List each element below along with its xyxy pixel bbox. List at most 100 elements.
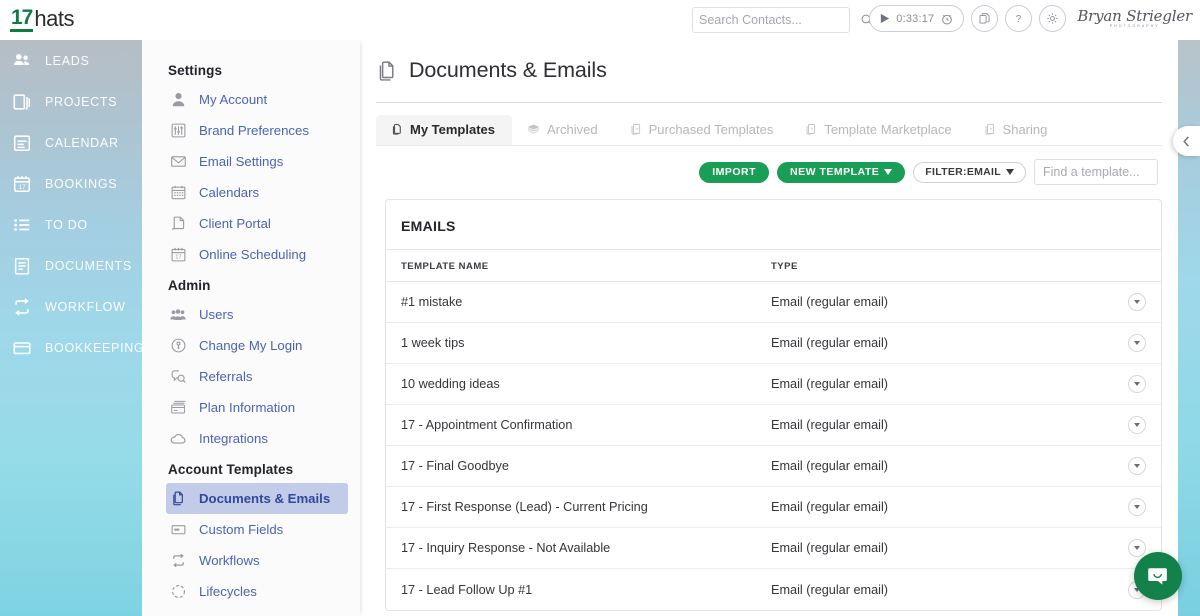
users-icon (168, 305, 188, 325)
sidebar-item-calendar[interactable]: CALENDAR (0, 122, 142, 163)
sidebar-item-bookings[interactable]: 17 BOOKINGS (0, 163, 142, 204)
settings-item-custom-fields[interactable]: Custom Fields (166, 514, 348, 545)
dashed-circle-icon (168, 582, 188, 602)
find-template-input[interactable] (1034, 159, 1158, 185)
table-row[interactable]: 17 - First Response (Lead) - Current Pri… (386, 487, 1161, 528)
settings-item-change-my-login[interactable]: Change My Login (166, 330, 348, 361)
row-menu-button[interactable] (1128, 375, 1146, 393)
settings-item-brand-preferences[interactable]: Brand Preferences (166, 115, 348, 146)
row-menu-button[interactable] (1128, 416, 1146, 434)
sidebar-item-documents[interactable]: DOCUMENTS (0, 245, 142, 286)
settings-item-label: Referrals (199, 369, 253, 384)
settings-item-workflows[interactable]: Workflows (166, 545, 348, 576)
row-menu-button[interactable] (1128, 457, 1146, 475)
settings-item-calendars[interactable]: Calendars (166, 177, 348, 208)
template-type: Email (regular email) (771, 541, 889, 555)
settings-item-my-account[interactable]: My Account (166, 84, 348, 115)
settings-item-label: Custom Fields (199, 522, 284, 537)
tab-label: Purchased Templates (648, 122, 774, 137)
settings-item-documents-and-emails[interactable]: Documents & Emails (166, 483, 348, 514)
table-row[interactable]: #1 mistake Email (regular email) (386, 282, 1161, 323)
tab-template-marketplace[interactable]: Template Marketplace (790, 115, 968, 145)
new-template-label: NEW TEMPLATE (790, 166, 880, 178)
help-icon-button[interactable]: ? (1005, 5, 1033, 32)
settings-item-integrations[interactable]: Integrations (166, 423, 348, 454)
app-root: 17hats 0:33:17 (0, 0, 1200, 616)
user-account-logo[interactable]: Bryan Striegler PHOTOGRAPHY (1077, 8, 1192, 29)
settings-item-email-settings[interactable]: Email Settings (166, 146, 348, 177)
table-header: TEMPLATE NAME TYPE (386, 250, 1161, 282)
settings-item-client-portal[interactable]: Client Portal (166, 208, 348, 239)
sidebar-label: LEADS (45, 53, 90, 68)
row-menu-button[interactable] (1128, 498, 1146, 516)
settings-item-label: Client Portal (199, 216, 271, 231)
settings-gear-button[interactable] (1039, 5, 1067, 32)
timer-widget[interactable]: 0:33:17 (869, 5, 965, 32)
template-name: 1 week tips (401, 336, 465, 350)
timer-value: 0:33:17 (896, 12, 935, 25)
sidebar-label: BOOKINGS (45, 176, 118, 191)
page-title: Documents & Emails (409, 58, 607, 82)
sidebar-item-todo[interactable]: TO DO (0, 204, 142, 245)
search-input[interactable] (699, 13, 860, 27)
sliders-icon (168, 121, 188, 141)
settings-item-referrals[interactable]: Referrals (166, 361, 348, 392)
copy-icon-button[interactable] (971, 5, 999, 32)
column-header-type: TYPE (771, 261, 798, 272)
settings-item-online-scheduling[interactable]: 17 Online Scheduling (166, 239, 348, 270)
settings-item-lifecycles[interactable]: Lifecycles (166, 576, 348, 607)
cloud-icon (168, 429, 188, 449)
chat-widget-button[interactable] (1134, 552, 1182, 600)
new-template-button[interactable]: NEW TEMPLATE (777, 161, 906, 183)
search-contacts-field[interactable] (692, 7, 873, 33)
column-header-template-name: TEMPLATE NAME (401, 261, 489, 272)
sidebar-item-workflow[interactable]: WORKFLOW (0, 286, 142, 327)
app-logo[interactable]: 17 hats (10, 5, 74, 33)
tab-purchased-templates[interactable]: Purchased Templates (615, 115, 791, 145)
calendar-grid-icon (168, 183, 188, 203)
table-row[interactable]: 1 week tips Email (regular email) (386, 323, 1161, 364)
documents-icon (379, 61, 394, 81)
filter-button[interactable]: FILTER:EMAIL (913, 161, 1026, 183)
chevron-down-icon (1134, 464, 1140, 468)
row-menu-button[interactable] (1128, 293, 1146, 311)
template-name: 17 - Appointment Confirmation (401, 418, 573, 432)
table-row[interactable]: 10 wedding ideas Email (regular email) (386, 364, 1161, 405)
user-subtitle: PHOTOGRAPHY (1109, 23, 1160, 28)
play-icon[interactable] (879, 13, 890, 24)
page-header: Documents & Emails (360, 40, 1178, 83)
settings-item-label: Workflows (199, 553, 260, 568)
tab-label: Archived (547, 122, 598, 137)
tab-archived[interactable]: Archived (512, 115, 615, 145)
table-row[interactable]: 17 - Inquiry Response - Not Available Em… (386, 528, 1161, 569)
tab-label: Sharing (1002, 122, 1048, 137)
settings-item-label: Lifecycles (199, 584, 257, 599)
row-menu-button[interactable] (1128, 539, 1146, 557)
alarm-clock-icon[interactable] (940, 12, 954, 26)
sidebar-item-projects[interactable]: PROJECTS (0, 81, 142, 122)
chevron-down-icon (1134, 341, 1140, 345)
sidebar-item-bookkeeping[interactable]: BOOKKEEPING (0, 327, 144, 368)
import-button[interactable]: IMPORT (699, 161, 770, 183)
collapse-panel-button[interactable] (1173, 126, 1200, 156)
settings-item-label: Documents & Emails (199, 491, 331, 506)
row-menu-button[interactable] (1128, 334, 1146, 352)
settings-item-users[interactable]: Users (166, 299, 348, 330)
sidebar-item-leads[interactable]: LEADS (0, 40, 142, 81)
table-row[interactable]: 17 - Final Goodbye Email (regular email) (386, 446, 1161, 487)
settings-item-label: Plan Information (199, 400, 296, 415)
chat-smile-icon (1148, 568, 1167, 585)
sharing-icon (985, 123, 994, 135)
svg-text:17: 17 (175, 255, 181, 261)
settings-item-label: Email Settings (199, 154, 284, 169)
tab-my-templates[interactable]: My Templates (376, 115, 513, 145)
envelope-icon (168, 152, 188, 172)
calendar-17-icon: 17 (12, 174, 32, 194)
key-circle-icon (168, 336, 188, 356)
tab-sharing[interactable]: Sharing (969, 115, 1065, 145)
chevron-left-icon (1183, 135, 1189, 147)
documents-icon (168, 489, 188, 509)
table-row[interactable]: 17 - Lead Follow Up #1 Email (regular em… (386, 569, 1161, 610)
settings-item-plan-information[interactable]: Plan Information (166, 392, 348, 423)
table-row[interactable]: 17 - Appointment Confirmation Email (reg… (386, 405, 1161, 446)
